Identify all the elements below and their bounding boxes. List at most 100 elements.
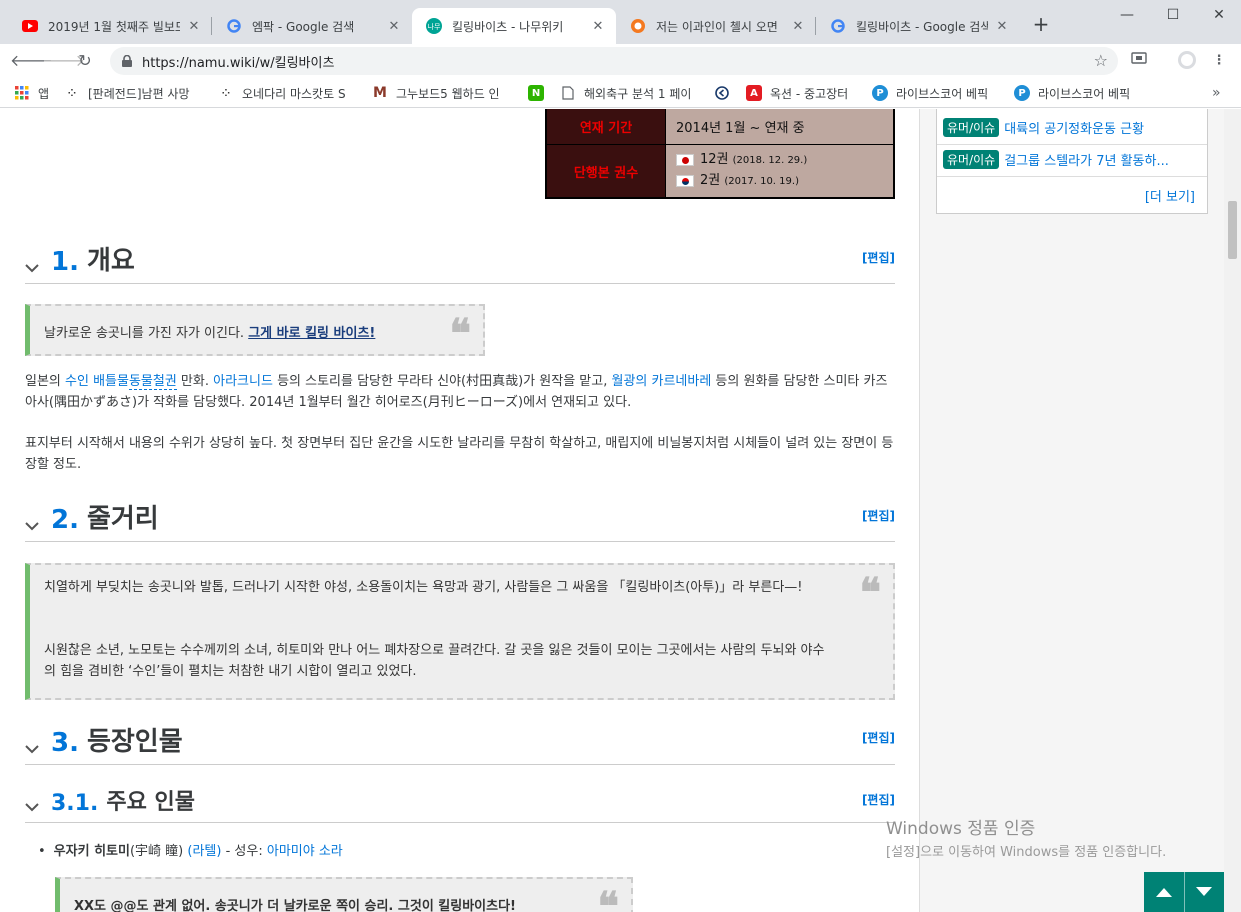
url-text: https://namu.wiki/w/킬링바이츠 xyxy=(142,55,335,71)
bookmark-item[interactable]: P 라이브스코어 베픽 xyxy=(1014,84,1144,102)
namuwiki-icon: 나무 xyxy=(426,18,442,34)
section-heading-main-characters[interactable]: 3.1. 주요 인물 [편집] xyxy=(25,786,895,823)
link-voice-actor[interactable]: 아마미야 소라 xyxy=(267,844,343,859)
scroll-up-icon[interactable] xyxy=(1144,872,1184,912)
bookmark-item[interactable] xyxy=(714,84,738,102)
category-badge: 유머/이슈 xyxy=(943,149,1000,169)
tab-title: 저는 이과인이 첼시 오면 xyxy=(656,19,778,34)
bookmark-item[interactable]: P 라이브스코어 베픽 xyxy=(872,84,1002,102)
section-title: 줄거리 xyxy=(86,504,159,534)
tab-mlbpark[interactable]: 저는 이과인이 첼시 오면 ✕ xyxy=(616,8,816,44)
google-icon xyxy=(226,18,242,34)
cast-icon[interactable] xyxy=(1128,50,1150,72)
back-button[interactable]: 🡐 xyxy=(10,50,53,72)
tab-youtube[interactable]: 2019년 1월 첫째주 빌보드 ✕ xyxy=(8,8,212,44)
close-icon[interactable]: ✕ xyxy=(386,19,402,34)
tab-namuwiki[interactable]: 나무 킬링바이츠 - 나무위키 ✕ xyxy=(412,8,616,44)
sidebar-item-link[interactable]: 걸그룹 스텔라가 7년 활동하... xyxy=(1004,150,1169,169)
section-heading-overview[interactable]: 1. 개요 [편집] xyxy=(25,245,895,284)
section-title: 주요 인물 xyxy=(106,790,195,815)
character-name: 우자키 히토미 xyxy=(53,844,130,859)
auction-icon: A xyxy=(746,85,762,101)
scrollbar-thumb[interactable] xyxy=(1228,201,1237,259)
bookmark-item[interactable]: ⁘ [판례전드]남편 사망 xyxy=(64,84,202,102)
quote-mark-icon: ❝ xyxy=(859,569,881,616)
quote-text: 치열하게 부딪치는 송곳니와 발톱, 드러나기 시작한 야성, 소용돌이치는 욕… xyxy=(44,580,803,595)
profile-avatar-icon[interactable] xyxy=(1176,50,1198,72)
section-number[interactable]: 1. xyxy=(51,247,79,277)
quote-text: XX도 @@도 관계 없어. 송곳니가 더 날카로운 쪽이 승리. 그것이 킬링… xyxy=(74,899,516,912)
bookmark-label: 옥션 - 중고장터 xyxy=(770,86,849,101)
bookmark-item[interactable]: ⁘ 오네다리 마스캇토 S xyxy=(218,84,356,102)
section-number[interactable]: 2. xyxy=(51,505,79,535)
chevron-down-icon[interactable] xyxy=(25,516,45,535)
tab-google-search-2[interactable]: 킬링바이츠 - Google 검색 ✕ xyxy=(816,8,1020,44)
quote-text: 시원찮은 소년, 노모토는 수수께끼의 소녀, 히토미와 만나 어느 폐차장으로… xyxy=(44,643,825,679)
link-animal-tekken[interactable]: 동물철권 xyxy=(128,374,177,390)
chevron-down-icon[interactable] xyxy=(25,797,45,816)
chevron-down-icon[interactable] xyxy=(25,739,45,758)
edit-link[interactable]: [편집] xyxy=(862,791,895,808)
bookmark-naver[interactable]: N xyxy=(528,84,552,102)
blockquote-plot: 치열하게 부딪치는 송곳니와 발톱, 드러나기 시작한 야성, 소용돌이치는 욕… xyxy=(25,563,895,700)
kr-volumes: 2권 xyxy=(700,173,721,188)
windows-activation-watermark: Windows 정품 인증 [설정]으로 이동하여 Windows를 정품 인증… xyxy=(886,814,1216,862)
more-link[interactable]: [더 보기] xyxy=(1145,186,1195,205)
bookmark-item[interactable]: 해외축구 분석 1 페이 xyxy=(560,84,700,102)
chevron-down-icon[interactable] xyxy=(25,258,45,277)
address-bar[interactable]: https://namu.wiki/w/킬링바이츠 ☆ xyxy=(110,47,1118,75)
section-heading-plot[interactable]: 2. 줄거리 [편집] xyxy=(25,503,895,542)
quote-link[interactable]: 그게 바로 킬링 바이츠! xyxy=(248,326,375,341)
bookmark-label: [판례전드]남편 사망 xyxy=(88,86,190,101)
close-window-button[interactable]: ✕ xyxy=(1204,4,1234,26)
bookmark-label: 오네다리 마스캇토 S xyxy=(242,86,346,101)
section-number[interactable]: 3. xyxy=(51,728,79,758)
page-content: 연재 기간 2014년 1월 ~ 연재 중 단행본 권수 12권 (2018. … xyxy=(0,109,1224,912)
sidebar-item[interactable]: 유머/이슈 대륙의 공기정화운동 근황 xyxy=(943,115,1205,139)
apps-icon xyxy=(14,85,30,101)
close-icon[interactable]: ✕ xyxy=(590,19,606,34)
scroll-buttons xyxy=(1144,872,1224,912)
page-icon xyxy=(560,85,576,101)
edit-link[interactable]: [편집] xyxy=(862,507,895,524)
bullet-icon: • xyxy=(38,844,46,859)
blockquote-character: XX도 @@도 관계 없어. 송곳니가 더 날카로운 쪽이 승리. 그것이 킬링… xyxy=(55,877,633,912)
bookmark-apps[interactable]: 앱 xyxy=(14,84,49,102)
sidebar-item-link[interactable]: 대륙의 공기정화운동 근황 xyxy=(1004,118,1144,137)
close-icon[interactable]: ✕ xyxy=(994,19,1010,34)
page-scrollbar[interactable] xyxy=(1224,109,1241,912)
category-badge: 유머/이슈 xyxy=(943,117,1000,137)
minimize-button[interactable]: — xyxy=(1112,4,1142,26)
forward-button[interactable]: 🡒 xyxy=(42,50,85,72)
watermark-subtitle: [설정]으로 이동하여 Windows를 정품 인증합니다. xyxy=(886,845,1167,860)
youtube-icon xyxy=(22,18,38,34)
link-ratel[interactable]: (라텔) xyxy=(187,844,221,859)
maximize-button[interactable]: ☐ xyxy=(1158,4,1188,26)
reload-button[interactable]: ↻ xyxy=(74,50,96,72)
infobox-label: 연재 기간 xyxy=(547,109,665,144)
bookmark-item[interactable]: A 옥션 - 중고장터 xyxy=(746,84,866,102)
bookmarks-bar: 앱 ⁘ [판례전드]남편 사망 ⁘ 오네다리 마스캇토 S M 그누보드5 웹하… xyxy=(0,78,1241,108)
edit-link[interactable]: [편집] xyxy=(862,729,895,746)
scroll-down-icon[interactable] xyxy=(1185,872,1225,912)
bookmark-item[interactable]: M 그누보드5 웹하드 인 xyxy=(372,84,510,102)
tab-google-search-1[interactable]: 엠팍 - Google 검색 ✕ xyxy=(212,8,412,44)
tab-title: 킬링바이츠 - 나무위키 xyxy=(452,19,564,34)
new-tab-button[interactable]: + xyxy=(1030,14,1052,36)
overview-paragraph-2: 표지부터 시작해서 내용의 수위가 상당히 높다. 첫 장면부터 집단 윤간을 … xyxy=(25,436,894,472)
google-icon xyxy=(830,18,846,34)
bookmark-star-icon[interactable]: ☆ xyxy=(1094,51,1108,70)
menu-kebab-icon[interactable]: ⋮ xyxy=(1208,50,1230,72)
close-icon[interactable]: ✕ xyxy=(186,19,202,34)
section-heading-characters[interactable]: 3. 등장인물 [편집] xyxy=(25,725,895,765)
overview-paragraph-1: 일본의 수인 배틀물동물철권 만화. 아라크니드 등의 스토리를 담당한 무라타… xyxy=(25,374,888,410)
edit-link[interactable]: [편집] xyxy=(862,249,895,266)
sidebar-item[interactable]: 유머/이슈 걸그룹 스텔라가 7년 활동하... xyxy=(943,147,1205,171)
section-number[interactable]: 3.1. xyxy=(51,791,98,816)
link-arachnid[interactable]: 아라크니드 xyxy=(213,374,273,389)
close-icon[interactable]: ✕ xyxy=(790,19,806,34)
bookmarks-overflow-icon[interactable]: » xyxy=(1212,84,1221,102)
link-beast-battle[interactable]: 수인 배틀물 xyxy=(65,374,129,389)
infobox-value: 2014년 1월 ~ 연재 중 xyxy=(665,109,893,144)
link-carnevale[interactable]: 월광의 카르네바레 xyxy=(611,374,711,389)
